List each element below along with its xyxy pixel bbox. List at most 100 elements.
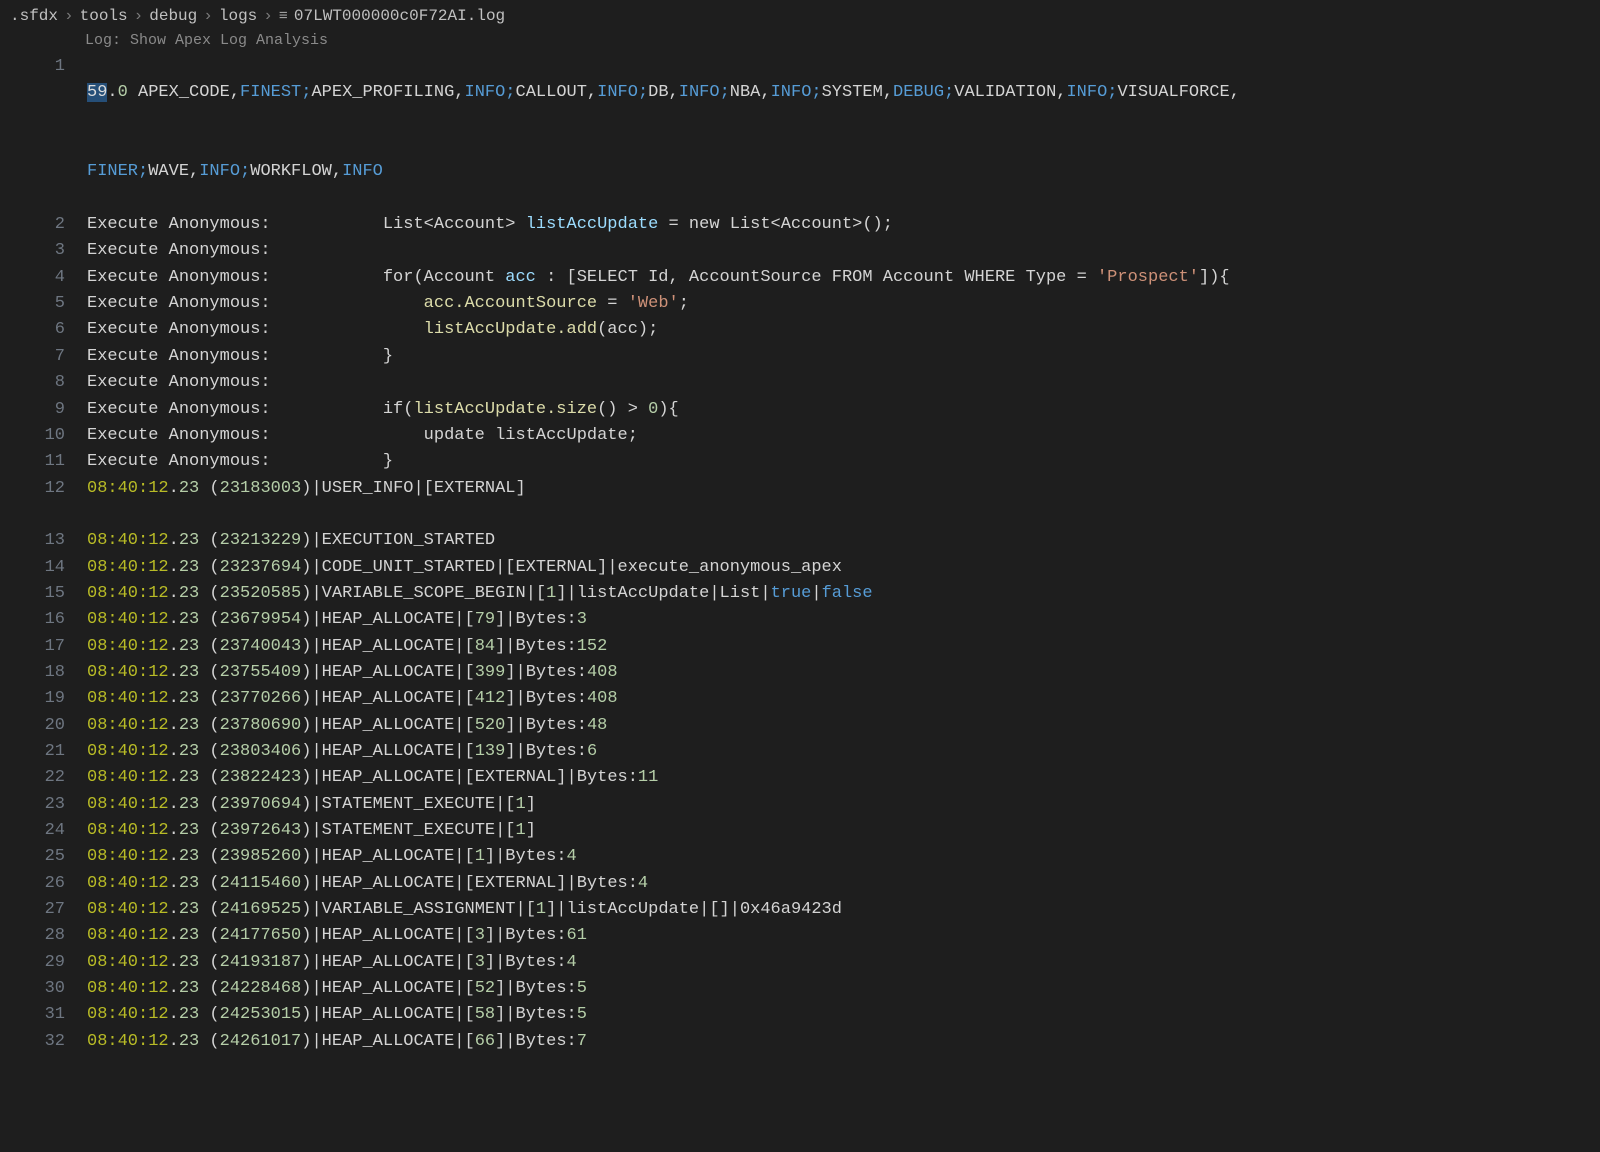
- offset-id: 24228468: [220, 979, 302, 998]
- timestamp: 08:40:12: [87, 768, 169, 787]
- log-line[interactable]: 2608:40:12.23 (24115460)|HEAP_ALLOCATE|[…: [10, 871, 1600, 897]
- line-number: 13: [10, 528, 87, 554]
- timestamp: 08:40:12: [87, 716, 169, 735]
- log-line[interactable]: 2308:40:12.23 (23970694)|STATEMENT_EXECU…: [10, 792, 1600, 818]
- line-number: 32: [10, 1029, 87, 1055]
- line-number: 28: [10, 923, 87, 949]
- code-line[interactable]: 11Execute Anonymous: }: [10, 449, 1600, 475]
- line-number: 22: [10, 765, 87, 791]
- line-number: 17: [10, 634, 87, 660]
- offset-id: 23803406: [220, 742, 302, 761]
- timestamp: 08:40:12: [87, 795, 169, 814]
- line-number: 21: [10, 739, 87, 765]
- timestamp: 08:40:12: [87, 663, 169, 682]
- log-line[interactable]: 2108:40:12.23 (23803406)|HEAP_ALLOCATE|[…: [10, 739, 1600, 765]
- crumb-tools[interactable]: tools: [80, 4, 128, 29]
- code-line[interactable]: 10Execute Anonymous: update listAccUpdat…: [10, 423, 1600, 449]
- line-number: 18: [10, 660, 87, 686]
- log-line[interactable]: 2008:40:12.23 (23780690)|HEAP_ALLOCATE|[…: [10, 713, 1600, 739]
- chevron-right-icon: ›: [203, 4, 213, 29]
- offset-id: 24193187: [220, 953, 302, 972]
- timestamp: 08:40:12: [87, 479, 169, 498]
- log-line[interactable]: 1408:40:12.23 (23237694)|CODE_UNIT_START…: [10, 555, 1600, 581]
- line-number: 12: [10, 476, 87, 502]
- offset-id: 23985260: [220, 847, 302, 866]
- log-line[interactable]: 1808:40:12.23 (23755409)|HEAP_ALLOCATE|[…: [10, 660, 1600, 686]
- log-line[interactable]: 2908:40:12.23 (24193187)|HEAP_ALLOCATE|[…: [10, 950, 1600, 976]
- timestamp: 08:40:12: [87, 584, 169, 603]
- code-line[interactable]: 3Execute Anonymous:: [10, 238, 1600, 264]
- line-number: 15: [10, 581, 87, 607]
- log-line[interactable]: 2408:40:12.23 (23972643)|STATEMENT_EXECU…: [10, 818, 1600, 844]
- line-number: 27: [10, 897, 87, 923]
- timestamp: 08:40:12: [87, 637, 169, 656]
- timestamp: 08:40:12: [87, 1005, 169, 1024]
- offset-id: 23755409: [220, 663, 302, 682]
- timestamp: 08:40:12: [87, 610, 169, 629]
- code-line[interactable]: 4Execute Anonymous: for(Account acc : [S…: [10, 265, 1600, 291]
- line-number: 24: [10, 818, 87, 844]
- offset-id: 24115460: [220, 874, 302, 893]
- code-line[interactable]: 5Execute Anonymous: acc.AccountSource = …: [10, 291, 1600, 317]
- line-number: 19: [10, 686, 87, 712]
- log-line[interactable]: 3108:40:12.23 (24253015)|HEAP_ALLOCATE|[…: [10, 1002, 1600, 1028]
- code-line[interactable]: 9Execute Anonymous: if(listAccUpdate.siz…: [10, 397, 1600, 423]
- log-line[interactable]: 1508:40:12.23 (23520585)|VARIABLE_SCOPE_…: [10, 581, 1600, 607]
- code-line[interactable]: 1 59.0 APEX_CODE,FINEST;APEX_PROFILING,I…: [10, 54, 1600, 133]
- code-line[interactable]: 7Execute Anonymous: }: [10, 344, 1600, 370]
- log-line[interactable]: 2508:40:12.23 (23985260)|HEAP_ALLOCATE|[…: [10, 844, 1600, 870]
- chevron-right-icon: ›: [134, 4, 144, 29]
- log-line[interactable]: 2808:40:12.23 (24177650)|HEAP_ALLOCATE|[…: [10, 923, 1600, 949]
- log-line[interactable]: 1208:40:12.23 (23183003)|USER_INFO|[EXTE…: [10, 476, 1600, 502]
- chevron-right-icon: ›: [263, 4, 273, 29]
- codelens-link[interactable]: Log: Show Apex Log Analysis: [0, 29, 1600, 52]
- offset-id: 23972643: [220, 821, 302, 840]
- code-line[interactable]: 6Execute Anonymous: listAccUpdate.add(ac…: [10, 317, 1600, 343]
- line-number: 20: [10, 713, 87, 739]
- log-line[interactable]: 1908:40:12.23 (23770266)|HEAP_ALLOCATE|[…: [10, 686, 1600, 712]
- line-number: 14: [10, 555, 87, 581]
- line-number: 31: [10, 1002, 87, 1028]
- timestamp: 08:40:12: [87, 926, 169, 945]
- log-line[interactable]: 2708:40:12.23 (24169525)|VARIABLE_ASSIGN…: [10, 897, 1600, 923]
- line-number: 16: [10, 607, 87, 633]
- file-icon: ≡: [279, 5, 288, 28]
- offset-id: 24253015: [220, 1005, 302, 1024]
- breadcrumb[interactable]: .sfdx › tools › debug › logs › ≡ 07LWT00…: [0, 0, 1600, 31]
- crumb-debug[interactable]: debug: [149, 4, 197, 29]
- timestamp: 08:40:12: [87, 979, 169, 998]
- log-line[interactable]: 1608:40:12.23 (23679954)|HEAP_ALLOCATE|[…: [10, 607, 1600, 633]
- log-line[interactable]: 1708:40:12.23 (23740043)|HEAP_ALLOCATE|[…: [10, 634, 1600, 660]
- version-selected: 59: [87, 83, 107, 102]
- log-line[interactable]: 3208:40:12.23 (24261017)|HEAP_ALLOCATE|[…: [10, 1029, 1600, 1055]
- crumb-sfdx[interactable]: .sfdx: [10, 4, 58, 29]
- line-number: 26: [10, 871, 87, 897]
- line-number: 25: [10, 844, 87, 870]
- log-line[interactable]: 2208:40:12.23 (23822423)|HEAP_ALLOCATE|[…: [10, 765, 1600, 791]
- timestamp: 08:40:12: [87, 874, 169, 893]
- crumb-logs[interactable]: logs: [219, 4, 257, 29]
- timestamp: 08:40:12: [87, 847, 169, 866]
- offset-id: 23237694: [220, 558, 302, 577]
- offset-id: 23740043: [220, 637, 302, 656]
- timestamp: 08:40:12: [87, 531, 169, 550]
- offset-id: 23213229: [220, 531, 302, 550]
- line-number: 30: [10, 976, 87, 1002]
- timestamp: 08:40:12: [87, 953, 169, 972]
- timestamp: 08:40:12: [87, 821, 169, 840]
- offset-id: 24177650: [220, 926, 302, 945]
- log-line[interactable]: 1308:40:12.23 (23213229)|EXECUTION_START…: [10, 528, 1600, 554]
- log-line[interactable]: 3008:40:12.23 (24228468)|HEAP_ALLOCATE|[…: [10, 976, 1600, 1002]
- editor[interactable]: 1 59.0 APEX_CODE,FINEST;APEX_PROFILING,I…: [0, 54, 1600, 1055]
- line-number: 23: [10, 792, 87, 818]
- crumb-file[interactable]: 07LWT000000c0F72AI.log: [294, 4, 505, 29]
- offset-id: 23770266: [220, 689, 302, 708]
- offset-id: 23679954: [220, 610, 302, 629]
- code-line[interactable]: 8Execute Anonymous:: [10, 370, 1600, 396]
- timestamp: 08:40:12: [87, 689, 169, 708]
- code-line[interactable]: 2Execute Anonymous: List<Account> listAc…: [10, 212, 1600, 238]
- line-number: [10, 133, 87, 212]
- line-number: 1: [10, 54, 87, 133]
- code-line-wrap[interactable]: FINER;WAVE,INFO;WORKFLOW,INFO: [10, 133, 1600, 212]
- timestamp: 08:40:12: [87, 742, 169, 761]
